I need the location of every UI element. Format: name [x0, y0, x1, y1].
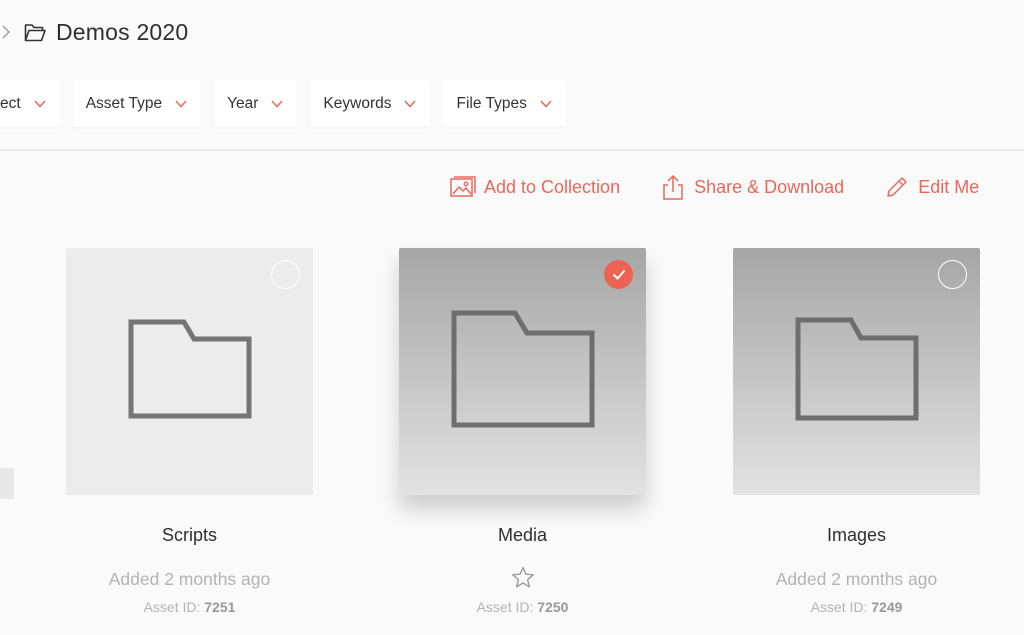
folder-open-icon [24, 22, 46, 42]
filter-subject[interactable]: ect [0, 80, 60, 127]
asset-id-value: 7250 [537, 599, 569, 615]
filter-bar: ect Asset Type Year Keywords File Types [0, 80, 579, 127]
asset-id-label: Asset ID: [476, 599, 534, 615]
filter-year[interactable]: Year [214, 80, 298, 127]
edit-label: Edit Me [918, 176, 980, 197]
filter-label: ect [0, 94, 21, 112]
asset-id-label: Asset ID: [143, 599, 201, 615]
asset-id-label: Asset ID: [810, 599, 868, 615]
asset-card[interactable]: Scripts Added 2 months ago Asset ID: 725… [66, 248, 313, 615]
asset-id-value: 7249 [871, 599, 903, 615]
asset-thumbnail[interactable] [733, 248, 980, 495]
divider [0, 149, 1024, 151]
chevron-right-icon[interactable] [2, 25, 12, 39]
page-title: Demos 2020 [56, 18, 189, 45]
card-title[interactable]: Media [399, 525, 646, 547]
select-checkbox[interactable] [271, 260, 300, 289]
folder-icon [451, 310, 595, 433]
asset-thumbnail[interactable] [399, 248, 646, 495]
filter-asset-type[interactable]: Asset Type [72, 80, 202, 127]
filter-file-types[interactable]: File Types [443, 80, 566, 127]
filter-label: File Types [456, 94, 527, 112]
side-panel-tab[interactable] [0, 468, 14, 499]
add-to-collection-label: Add to Collection [484, 176, 621, 197]
folder-icon [128, 319, 252, 424]
selected-checkbox[interactable] [604, 260, 633, 289]
add-to-collection-button[interactable]: Add to Collection [450, 174, 620, 200]
added-date: Added 2 months ago [775, 569, 938, 589]
card-title[interactable]: Images [733, 525, 980, 547]
asset-card[interactable]: Media Asset ID: 7250 [399, 248, 646, 615]
action-bar: Add to Collection Share & Download Edit … [450, 172, 1019, 202]
asset-thumbnail[interactable] [66, 248, 313, 495]
filter-label: Year [227, 94, 259, 112]
edit-button[interactable]: Edit Me [884, 174, 979, 200]
pencil-icon [884, 174, 910, 200]
asset-id: Asset ID: 7249 [733, 599, 980, 615]
share-icon [660, 174, 686, 200]
asset-card[interactable]: Images Added 2 months ago Asset ID: 7249 [733, 248, 980, 615]
filter-label: Asset Type [85, 94, 163, 112]
filter-label: Keywords [323, 94, 392, 112]
added-date: Added 2 months ago [108, 569, 271, 589]
filter-keywords[interactable]: Keywords [310, 80, 431, 127]
image-icon [450, 174, 476, 200]
asset-id: Asset ID: 7251 [66, 599, 313, 615]
chevron-down-icon [271, 99, 283, 108]
select-checkbox[interactable] [938, 260, 967, 289]
star-icon[interactable] [399, 563, 646, 591]
card-title[interactable]: Scripts [66, 525, 313, 547]
chevron-down-icon [404, 99, 417, 108]
chevron-down-icon [540, 99, 552, 108]
asset-id-value: 7251 [204, 599, 236, 615]
asset-id: Asset ID: 7250 [399, 599, 646, 615]
share-download-button[interactable]: Share & Download [660, 174, 844, 200]
chevron-down-icon [175, 99, 187, 108]
folder-icon [795, 317, 919, 426]
chevron-down-icon [34, 99, 46, 108]
share-download-label: Share & Download [694, 176, 845, 197]
breadcrumb: Demos 2020 [0, 16, 188, 48]
